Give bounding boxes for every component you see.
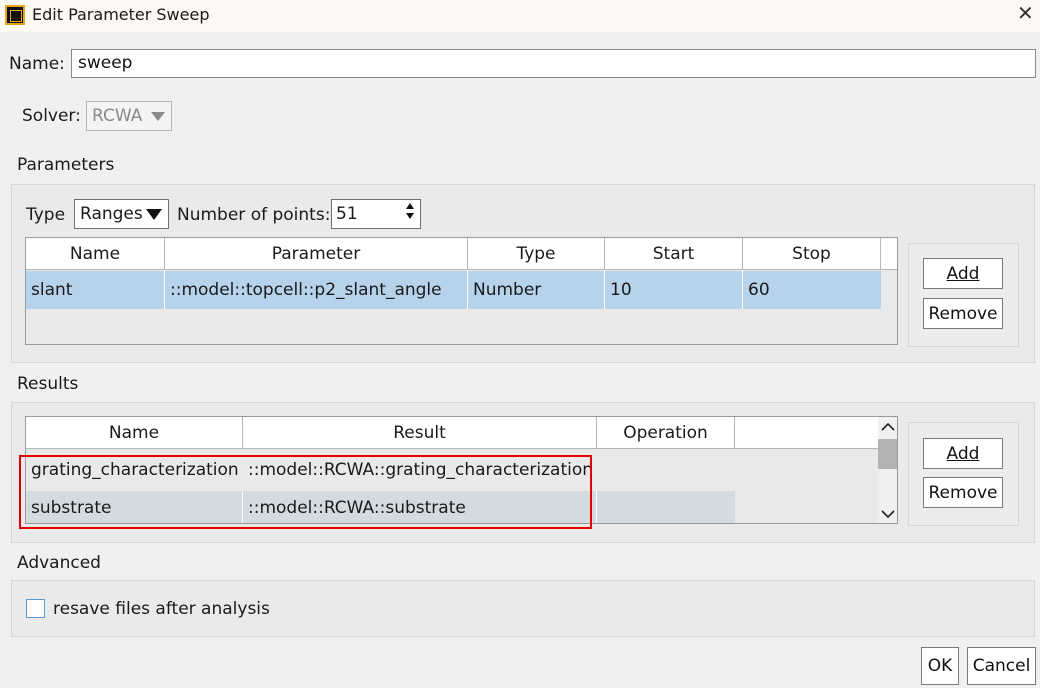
scroll-up-icon[interactable] [880, 421, 896, 433]
results-scrollbar[interactable] [878, 417, 897, 523]
column-header-parameter[interactable]: Parameter [165, 238, 468, 270]
remove-parameter-button[interactable]: Remove [923, 298, 1003, 329]
parameters-table: Name Parameter Type Start Stop slant ::m… [25, 237, 898, 345]
column-header-result[interactable]: Result [243, 417, 597, 449]
cell-operation [597, 450, 735, 490]
resave-checkbox[interactable] [26, 599, 45, 618]
points-value: 51 [336, 204, 358, 224]
name-label: Name: [9, 54, 65, 74]
window-title: Edit Parameter Sweep [32, 5, 210, 24]
solver-label: Solver: [22, 106, 81, 126]
scrollbar-thumb[interactable] [878, 439, 897, 469]
column-header-name[interactable]: Name [26, 238, 165, 270]
column-header-filler [735, 417, 878, 449]
cell-name: slant [26, 271, 165, 309]
cell-type: Number [468, 271, 605, 309]
column-header-name[interactable]: Name [26, 417, 243, 449]
add-parameter-label: Add [946, 263, 980, 284]
remove-result-label: Remove [928, 482, 998, 503]
name-input[interactable]: sweep [71, 49, 1036, 78]
add-parameter-button[interactable]: Add [923, 258, 1003, 289]
table-row[interactable]: slant ::model::topcell::p2_slant_angle N… [26, 271, 881, 309]
add-result-label: Add [946, 443, 980, 464]
column-header-type[interactable]: Type [468, 238, 605, 270]
column-header-operation[interactable]: Operation [597, 417, 735, 449]
remove-parameter-label: Remove [928, 303, 998, 324]
advanced-section-title: Advanced [17, 553, 101, 573]
highlight-box [19, 455, 592, 529]
cell-stop: 60 [748, 280, 770, 300]
cell-operation [597, 491, 735, 523]
chevron-down-icon [146, 208, 162, 220]
column-header-filler [881, 238, 897, 270]
cancel-label: Cancel [972, 656, 1031, 676]
parameters-section-title: Parameters [17, 155, 115, 175]
add-result-button[interactable]: Add [923, 438, 1003, 469]
type-select[interactable]: Ranges [74, 199, 169, 229]
app-icon [5, 5, 25, 25]
type-value: Ranges [80, 204, 143, 224]
remove-result-button[interactable]: Remove [923, 477, 1003, 508]
spin-up-icon[interactable] [406, 203, 414, 209]
cell-start: 10 [605, 271, 743, 309]
cell-parameter: ::model::topcell::p2_slant_angle [165, 271, 468, 309]
points-stepper[interactable]: 51 [331, 199, 421, 229]
results-section-title: Results [17, 374, 79, 394]
column-header-stop[interactable]: Stop [743, 238, 881, 270]
type-label: Type [26, 205, 66, 225]
solver-value: RCWA [92, 106, 143, 126]
ok-button[interactable]: OK [921, 647, 959, 685]
close-icon[interactable]: ✕ [1017, 3, 1034, 23]
resave-label: resave files after analysis [53, 599, 270, 619]
spin-down-icon[interactable] [406, 213, 414, 219]
scroll-down-icon[interactable] [880, 508, 896, 520]
chevron-down-icon [151, 111, 165, 121]
solver-select[interactable]: RCWA [86, 101, 172, 131]
ok-label: OK [927, 656, 953, 676]
points-label: Number of points: [177, 205, 331, 225]
cancel-button[interactable]: Cancel [967, 647, 1036, 685]
column-header-start[interactable]: Start [605, 238, 743, 270]
